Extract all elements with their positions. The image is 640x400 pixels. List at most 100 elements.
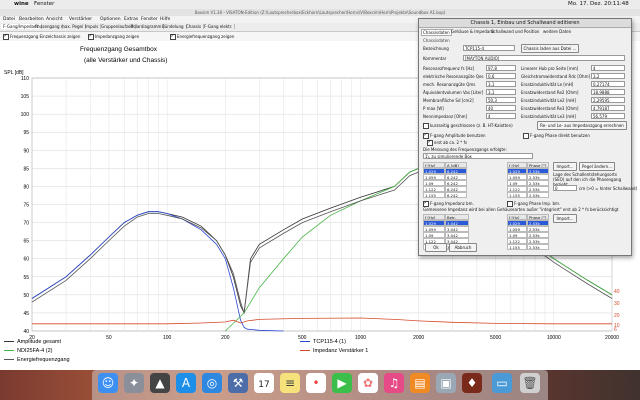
label-pmax: P max [W] bbox=[423, 106, 444, 111]
appstore-icon[interactable]: A bbox=[176, 373, 196, 393]
legend-label: NDI25FA-4 (2) bbox=[17, 348, 53, 354]
label-qms: mech. Resonanzgüte Qms bbox=[423, 82, 476, 87]
re-le-button[interactable]: Re- und Le- aus Impedanzgang errechnen bbox=[537, 121, 627, 130]
input-xmax[interactable]: 4 bbox=[591, 65, 625, 71]
checkbox-kurzschluss[interactable] bbox=[423, 123, 429, 129]
menu-extras[interactable]: Extras bbox=[124, 17, 138, 22]
photos-icon[interactable]: ✿ bbox=[358, 373, 378, 393]
calendar-day: 17 bbox=[258, 380, 270, 390]
legend-label: TCP115-4 (1) bbox=[313, 339, 346, 345]
x-tick-label: 2000 bbox=[413, 335, 424, 341]
fgang-cell[interactable]: 1,155 bbox=[423, 192, 445, 198]
imp-phase-cell[interactable]: 2,53k bbox=[527, 244, 549, 250]
y-tick-label: 65 bbox=[23, 239, 29, 245]
wine-icon[interactable]: ♦ bbox=[462, 373, 482, 393]
books-icon[interactable]: ▤ bbox=[410, 373, 430, 393]
checkbox-phase-direct[interactable] bbox=[523, 133, 529, 139]
tab-fgang-elektr[interactable]: F-Gang elektr. bbox=[202, 24, 236, 29]
dock: ☺ ✦ ▲ A ◎ ⚒ 17 ≡ • ▶ ✿ ♫ ▤ ▣ ♦ ▭ 🗑 bbox=[92, 370, 548, 400]
pegel-aendern-button[interactable]: Pegel ändern... bbox=[579, 162, 615, 171]
input-le2[interactable]: 2,29595 bbox=[591, 97, 625, 103]
facetime-icon[interactable]: ▶ bbox=[332, 373, 352, 393]
input-re2[interactable]: 18,9888 bbox=[591, 89, 625, 95]
input-rdc[interactable]: 3,2 bbox=[591, 73, 625, 79]
phase-cell[interactable]: 2,53k bbox=[527, 192, 549, 198]
y-tick-label: 95 bbox=[23, 130, 29, 136]
itunes-icon[interactable]: ♫ bbox=[384, 373, 404, 393]
app-menu-wine[interactable]: wine bbox=[14, 1, 29, 7]
input-re3[interactable]: 4,79187 bbox=[591, 105, 625, 111]
menu-bearbeiten[interactable]: Bearbeiten bbox=[19, 17, 44, 22]
import-imp-button[interactable]: Import... bbox=[553, 214, 577, 223]
finder-icon[interactable]: ☺ bbox=[98, 373, 118, 393]
label-impedanzgang: Impedanzgang zeigen bbox=[95, 34, 140, 39]
label-rdc: Gleichstromwiderstand Rdc [Ohm] bbox=[521, 74, 591, 79]
checkbox-pi[interactable] bbox=[427, 139, 433, 146]
input-le3[interactable]: 56,579 bbox=[591, 113, 625, 119]
label-le: Ersatzinduktivität Le [mH] bbox=[521, 82, 574, 87]
y-tick-label: 50 bbox=[23, 293, 29, 299]
input-lage[interactable]: 0 bbox=[553, 185, 577, 191]
import-fgang-button[interactable]: Import... bbox=[553, 162, 577, 171]
label-vas: Äquivalentvolumen Vas [Liter] bbox=[423, 90, 484, 95]
input-kommentar[interactable]: [MAYTON AUDIO] bbox=[463, 55, 625, 61]
menu-verstaerker[interactable]: Verstärker bbox=[69, 17, 92, 22]
menubar-clock[interactable]: Mo. 17. Dez. 20:11:48 bbox=[568, 1, 629, 7]
imp-phase-cell[interactable]: 1,155 bbox=[507, 244, 527, 250]
series-line-4 bbox=[32, 317, 612, 325]
notes-icon[interactable]: ≡ bbox=[280, 373, 300, 393]
dlg-tab-gehaeuse[interactable]: Gehäuse & Impedanz bbox=[451, 29, 494, 34]
input-vas[interactable]: 3,1 bbox=[486, 89, 516, 95]
menu-optionen[interactable]: Optionen bbox=[100, 17, 121, 22]
calendar-icon[interactable]: 17 bbox=[254, 373, 274, 393]
folder-icon[interactable]: ▭ bbox=[492, 373, 512, 393]
reminders-icon[interactable]: • bbox=[306, 373, 326, 393]
menu-datei[interactable]: Datei bbox=[3, 17, 15, 22]
window-menu[interactable]: Fenster bbox=[34, 1, 54, 7]
rocket-icon[interactable]: ▲ bbox=[150, 373, 170, 393]
xcode-icon[interactable]: ⚒ bbox=[228, 373, 248, 393]
input-pmax[interactable]: 40 bbox=[486, 105, 516, 111]
trash-icon[interactable]: 🗑 bbox=[520, 373, 540, 393]
dlg-tab-chassisdaten[interactable]: Chassisdaten bbox=[421, 29, 452, 36]
tab-buendelung[interactable]: Bündelung bbox=[160, 24, 187, 29]
label-le3: Ersatzinduktivität Le3 [mH] bbox=[521, 114, 576, 119]
x-tick-label: 100 bbox=[163, 335, 172, 341]
input-nennimpedanz[interactable]: 4 bbox=[486, 113, 516, 119]
x-tick-label: 20000 bbox=[605, 335, 619, 341]
label-re3: Ersatzwiderstand Re3 [Ohm] bbox=[521, 106, 579, 111]
safari-icon[interactable]: ◎ bbox=[202, 373, 222, 393]
group-chassisdaten: Chassisdaten bbox=[423, 38, 450, 43]
select-messung[interactable]: 1\, zu simulierende Box bbox=[423, 153, 533, 159]
y-tick-label: 45 bbox=[23, 311, 29, 317]
input-bezeichnung[interactable]: TCP115-4 bbox=[463, 45, 515, 51]
dlg-tab-weitere[interactable]: weitere Daten bbox=[543, 29, 571, 34]
input-le[interactable]: 0,27174 bbox=[591, 81, 625, 87]
checkbox-energiefrequenzgang[interactable] bbox=[170, 33, 176, 40]
preview-icon[interactable]: ▣ bbox=[436, 373, 456, 393]
input-sd[interactable]: 50,3 bbox=[486, 97, 516, 103]
launchpad-icon[interactable]: ✦ bbox=[124, 373, 144, 393]
input-qms[interactable]: 3,1 bbox=[486, 81, 516, 87]
input-fs[interactable]: 97,8 bbox=[486, 65, 516, 71]
menu-hilfe[interactable]: Hilfe bbox=[160, 17, 170, 22]
ok-button[interactable]: Ok bbox=[425, 243, 447, 252]
menu-ansicht[interactable]: Ansicht bbox=[46, 17, 63, 22]
y-tick-label: 105 bbox=[21, 94, 30, 100]
label-amplitude: F-gang Amplitude benutzen bbox=[430, 133, 486, 138]
y-tick-label: 100 bbox=[21, 112, 30, 118]
menu-fenster[interactable]: Fenster bbox=[141, 17, 158, 22]
checkbox-impedanzgang[interactable] bbox=[88, 33, 94, 40]
label-nennimpedanz: Nennimpedanz [Ohm] bbox=[423, 114, 468, 119]
label-re2: Ersatzwiderstand Re2 [Ohm] bbox=[521, 90, 579, 95]
load-chassis-button[interactable]: Chassis laden aus Datei ... bbox=[521, 44, 579, 53]
fgang-cell[interactable]: 6,242 bbox=[445, 192, 467, 198]
label-messung: Die Messung des Frequenzgangs erfolgte: bbox=[423, 147, 507, 152]
checkbox-einzelchassis[interactable] bbox=[3, 33, 9, 40]
x-tick-label: 200 bbox=[221, 335, 230, 341]
x-tick-label: 1000 bbox=[355, 335, 366, 341]
cancel-button[interactable]: Abbruch bbox=[449, 243, 477, 252]
input-qes[interactable]: 0,6 bbox=[486, 73, 516, 79]
dlg-tab-schallwand[interactable]: Schallwand und Position bbox=[491, 29, 539, 34]
phase-cell[interactable]: 1,155 bbox=[507, 192, 527, 198]
